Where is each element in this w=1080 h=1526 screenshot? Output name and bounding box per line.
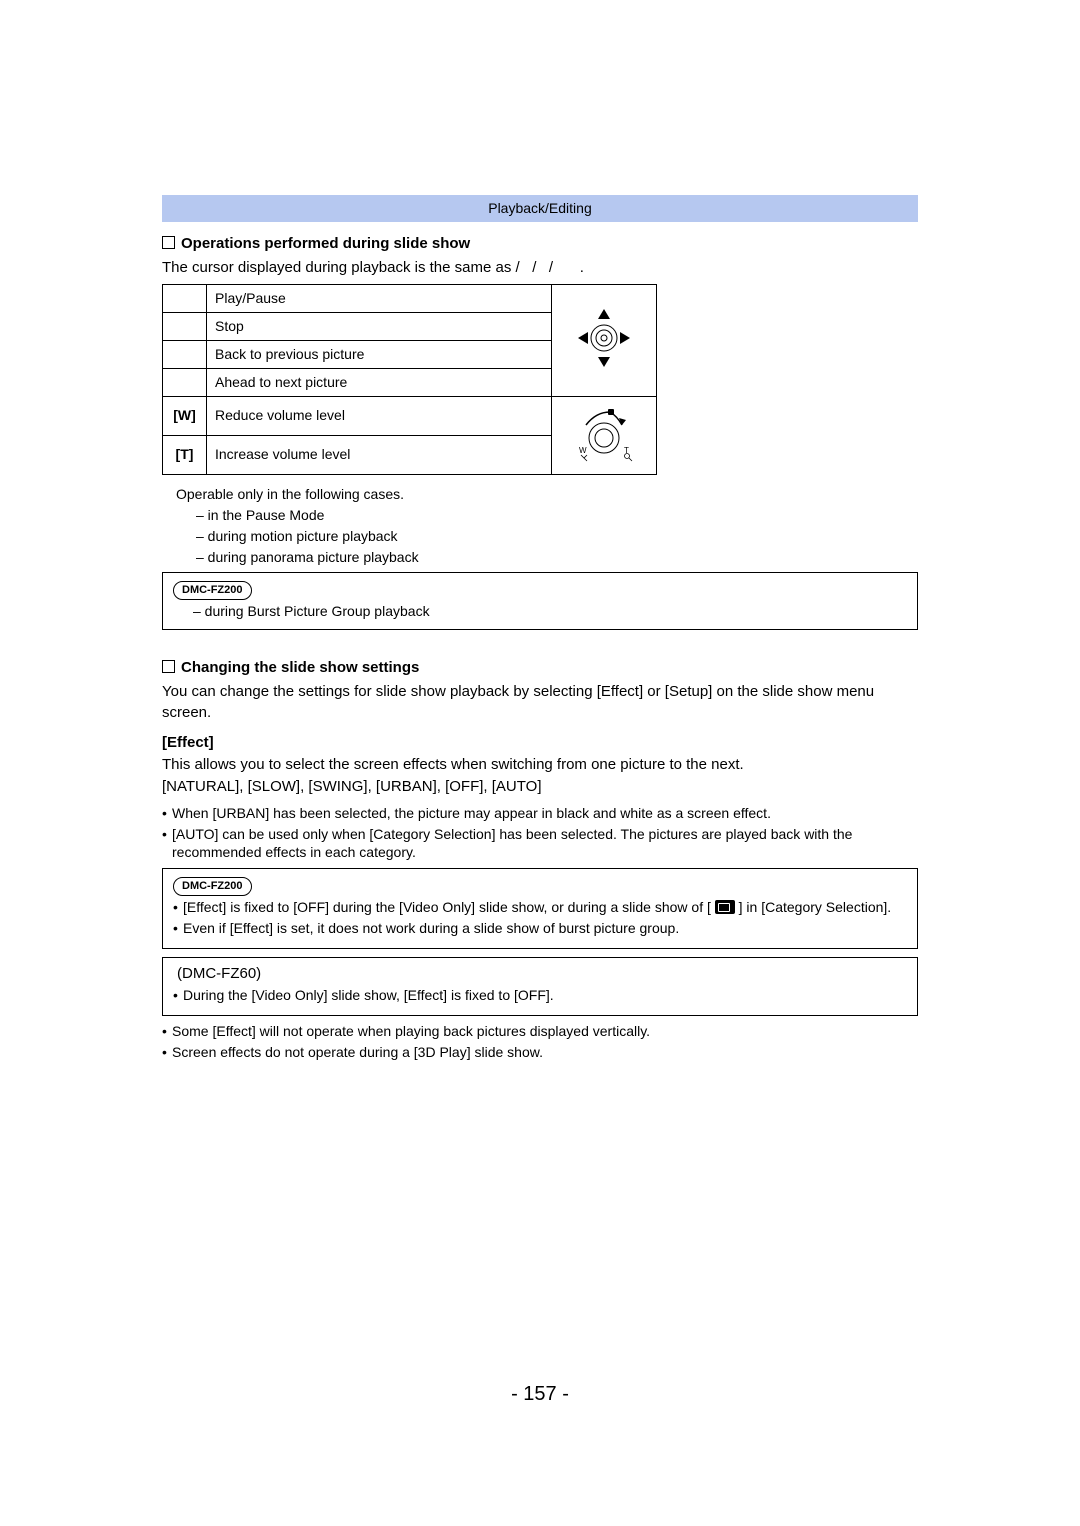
key-cell bbox=[163, 313, 207, 341]
operations-table: Play/Pause Stop Back to previous picture bbox=[162, 284, 657, 474]
note-sub: – during motion picture playback bbox=[196, 527, 918, 546]
model-tag: DMC-FZ200 bbox=[173, 581, 252, 600]
page-number: - 157 - bbox=[0, 1381, 1080, 1408]
bullet: •[AUTO] can be used only when [Category … bbox=[162, 825, 918, 863]
desc-cell: Ahead to next picture bbox=[207, 369, 552, 397]
desc-cell: Back to previous picture bbox=[207, 341, 552, 369]
model-note-fz200-ops: DMC-FZ200 – during Burst Picture Group p… bbox=[162, 572, 918, 630]
bullet-text: When [URBAN] has been selected, the pict… bbox=[172, 804, 918, 823]
bullet: •Screen effects do not operate during a … bbox=[162, 1043, 918, 1062]
desc-cell: Stop bbox=[207, 313, 552, 341]
table-row: [W] Reduce volume level W T bbox=[163, 396, 657, 435]
settings-heading: Changing the slide show settings bbox=[162, 658, 918, 678]
bullet: •During the [Video Only] slide show, [Ef… bbox=[173, 986, 907, 1005]
page: Playback/Editing Operations performed du… bbox=[0, 0, 1080, 1526]
note-sub: – in the Pause Mode bbox=[196, 506, 918, 525]
model-tag: DMC-FZ200 bbox=[173, 877, 252, 896]
key-cell: [W] bbox=[163, 396, 207, 435]
bullet-text: [Effect] is fixed to [OFF] during the [V… bbox=[183, 898, 907, 917]
model-tag-plain: (DMC-FZ60) bbox=[173, 964, 261, 986]
section-header: Playback/Editing bbox=[162, 195, 918, 222]
direction-arrows-placeholder: / / / bbox=[516, 258, 576, 278]
cursor-intro-end: . bbox=[580, 259, 584, 276]
effect-description: This allows you to select the screen eff… bbox=[162, 755, 918, 775]
zoom-lever-icon: W T bbox=[564, 403, 644, 463]
table-row: Play/Pause bbox=[163, 285, 657, 313]
effect-bullets-b: •Some [Effect] will not operate when pla… bbox=[162, 1022, 918, 1062]
effect-heading: [Effect] bbox=[162, 733, 918, 753]
note-lead: Operable only in the following cases. bbox=[176, 485, 918, 504]
operations-heading: Operations performed during slide show bbox=[162, 234, 918, 254]
settings-intro: You can change the settings for slide sh… bbox=[162, 682, 918, 723]
bullet-text: During the [Video Only] slide show, [Eff… bbox=[183, 986, 907, 1005]
operable-note: Operable only in the following cases. – … bbox=[176, 485, 918, 567]
bullet: • [Effect] is fixed to [OFF] during the … bbox=[173, 898, 907, 917]
cursor-intro-text: The cursor displayed during playback is … bbox=[162, 259, 516, 276]
settings-section: Changing the slide show settings You can… bbox=[162, 658, 918, 1062]
burst-group-icon bbox=[715, 900, 735, 914]
bullet-text: Screen effects do not operate during a [… bbox=[172, 1043, 918, 1062]
effect-bullets-a: •When [URBAN] has been selected, the pic… bbox=[162, 804, 918, 863]
bullet-text: [AUTO] can be used only when [Category S… bbox=[172, 825, 918, 863]
model-line: – during Burst Picture Group playback bbox=[193, 602, 907, 621]
key-cell bbox=[163, 341, 207, 369]
dpad-icon bbox=[564, 307, 644, 369]
effect-options: [NATURAL], [SLOW], [SWING], [URBAN], [OF… bbox=[162, 777, 918, 797]
cursor-intro: The cursor displayed during playback is … bbox=[162, 258, 918, 278]
zoom-diagram: W T bbox=[552, 396, 657, 474]
note-sub: – during panorama picture playback bbox=[196, 548, 918, 567]
desc-cell: Increase volume level bbox=[207, 435, 552, 474]
desc-cell: Reduce volume level bbox=[207, 396, 552, 435]
key-cell bbox=[163, 369, 207, 397]
key-cell bbox=[163, 285, 207, 313]
bullet: •When [URBAN] has been selected, the pic… bbox=[162, 804, 918, 823]
bullet-text: Some [Effect] will not operate when play… bbox=[172, 1022, 918, 1041]
bullet: •Some [Effect] will not operate when pla… bbox=[162, 1022, 918, 1041]
bullet: •Even if [Effect] is set, it does not wo… bbox=[173, 919, 907, 938]
desc-cell: Play/Pause bbox=[207, 285, 552, 313]
dpad-diagram bbox=[552, 285, 657, 397]
model-note-fz60: (DMC-FZ60) •During the [Video Only] slid… bbox=[162, 957, 918, 1016]
svg-text:W: W bbox=[579, 446, 587, 455]
model-note-fz200-effect: DMC-FZ200 • [Effect] is fixed to [OFF] d… bbox=[162, 868, 918, 949]
bullet-text: Even if [Effect] is set, it does not wor… bbox=[183, 919, 907, 938]
key-cell: [T] bbox=[163, 435, 207, 474]
